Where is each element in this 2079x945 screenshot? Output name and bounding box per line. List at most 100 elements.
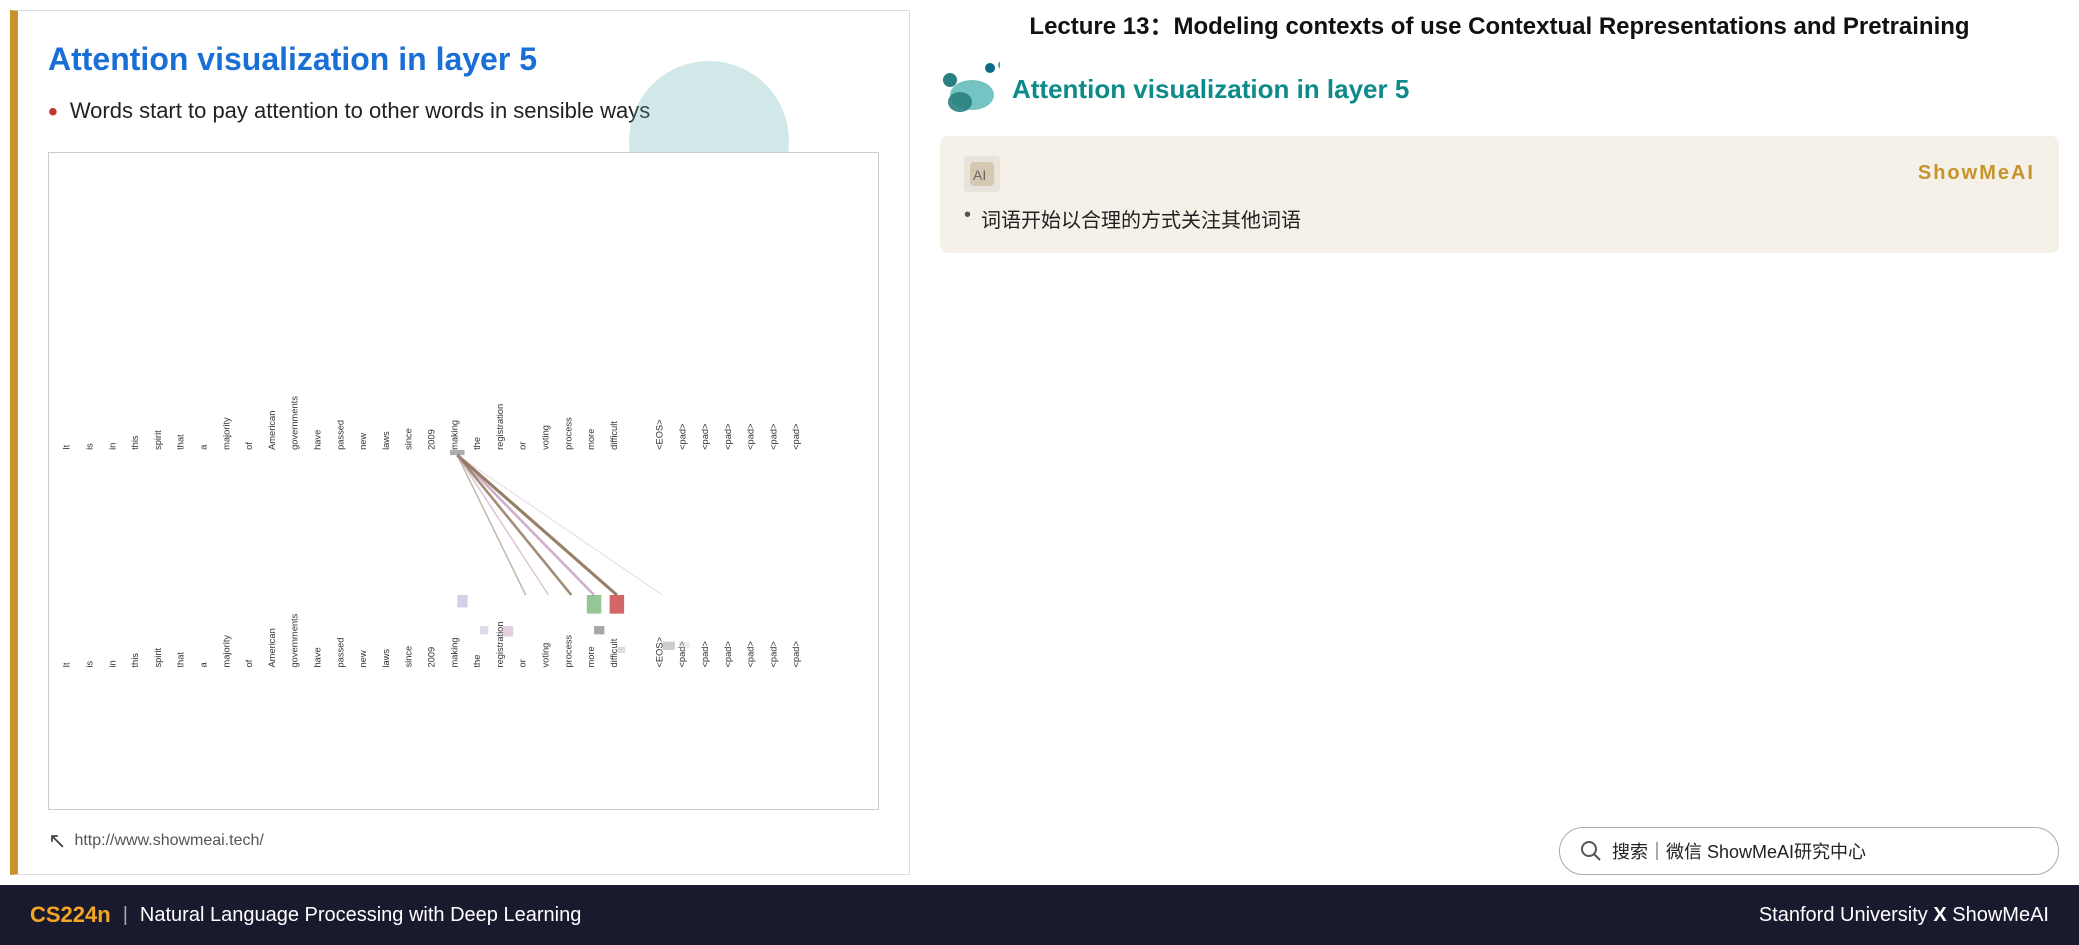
- svg-text:<pad>: <pad>: [700, 641, 710, 667]
- svg-text:new: new: [358, 650, 368, 667]
- chinese-bullet-text: 词语开始以合理的方式关注其他词语: [981, 204, 1301, 233]
- svg-text:<pad>: <pad>: [791, 641, 801, 667]
- svg-text:have: have: [312, 430, 322, 450]
- attention-viz-svg: It is in this spirit that a majority of …: [49, 153, 878, 809]
- slide-title: Attention visualization in layer 5: [48, 41, 879, 78]
- svg-text:process: process: [563, 635, 573, 668]
- svg-text:<pad>: <pad>: [791, 423, 801, 449]
- svg-text:<pad>: <pad>: [746, 641, 756, 667]
- attention-line-1: [457, 455, 594, 595]
- svg-text:<pad>: <pad>: [768, 641, 778, 667]
- svg-text:<pad>: <pad>: [768, 423, 778, 449]
- top-words: It is in this spirit that a majority of …: [62, 396, 802, 450]
- svg-text:governments: governments: [290, 613, 300, 667]
- svg-text:passed: passed: [335, 420, 345, 450]
- search-text[interactable]: 搜索｜微信 ShowMeAI研究中心: [1612, 838, 1866, 864]
- bullet-text: Words start to pay attention to other wo…: [70, 98, 650, 124]
- svg-text:<pad>: <pad>: [746, 423, 756, 449]
- svg-text:a: a: [199, 444, 209, 450]
- svg-text:making: making: [449, 420, 459, 450]
- right-section-title: Attention visualization in layer 5: [1012, 74, 1409, 105]
- svg-text:majority: majority: [221, 417, 231, 450]
- svg-text:in: in: [107, 660, 117, 667]
- url-text[interactable]: http://www.showmeai.tech/: [74, 832, 263, 850]
- showmeai-card-header: AI ShowMeAI: [964, 156, 2035, 192]
- brand-name: ShowMeAI: [1952, 904, 2049, 926]
- bottom-bar: CS224n | Natural Language Processing wit…: [0, 885, 2079, 945]
- chinese-bullet: • 词语开始以合理的方式关注其他词语: [964, 204, 2035, 233]
- svg-text:<pad>: <pad>: [723, 641, 733, 667]
- bottom-left: CS224n | Natural Language Processing wit…: [30, 902, 581, 928]
- chinese-bullet-dot: •: [964, 204, 971, 227]
- attention-visualization: It is in this spirit that a majority of …: [48, 152, 879, 810]
- cursor-icon: ↖: [48, 828, 66, 854]
- svg-text:2009: 2009: [426, 429, 436, 450]
- right-panel: Lecture 13：Modeling contexts of use Cont…: [920, 0, 2079, 885]
- svg-text:governments: governments: [290, 396, 300, 450]
- svg-text:difficult: difficult: [609, 421, 619, 450]
- svg-text:this: this: [130, 435, 140, 450]
- svg-text:is: is: [85, 660, 95, 667]
- scatter-1: [480, 626, 488, 634]
- right-header: Attention visualization in layer 5: [940, 60, 2059, 120]
- svg-text:<EOS>: <EOS>: [654, 419, 664, 450]
- making-bottom-highlight: [457, 595, 467, 607]
- svg-text:passed: passed: [335, 637, 345, 667]
- svg-text:a: a: [199, 662, 209, 668]
- bullet-dot: •: [48, 96, 58, 128]
- svg-text:of: of: [244, 442, 254, 450]
- svg-text:or: or: [518, 442, 528, 450]
- making-bar-top: [450, 450, 465, 455]
- svg-text:the: the: [472, 437, 482, 450]
- svg-text:this: this: [130, 653, 140, 668]
- attention-line-2: [457, 455, 617, 595]
- separator: |: [123, 904, 128, 927]
- svg-text:spirit: spirit: [153, 647, 163, 667]
- scatter-3: [594, 626, 604, 634]
- svg-text:2009: 2009: [426, 647, 436, 668]
- scatter-4: [617, 647, 625, 653]
- svg-text:more: more: [586, 646, 596, 667]
- svg-text:laws: laws: [381, 431, 391, 450]
- svg-text:<EOS>: <EOS>: [654, 637, 664, 668]
- svg-text:more: more: [586, 429, 596, 450]
- course-code: CS224n: [30, 902, 111, 928]
- svg-text:voting: voting: [540, 643, 550, 668]
- scatter-2: [503, 626, 513, 636]
- lecture-title: Lecture 13：Modeling contexts of use Cont…: [940, 10, 2059, 44]
- svg-text:voting: voting: [540, 425, 550, 450]
- slide-url: ↖ http://www.showmeai.tech/: [48, 828, 879, 854]
- teal-wave-icon: [940, 60, 1000, 120]
- svg-text:<pad>: <pad>: [677, 423, 687, 449]
- svg-text:since: since: [404, 646, 414, 668]
- svg-text:American: American: [267, 411, 277, 450]
- svg-text:have: have: [312, 647, 322, 667]
- svg-text:spirit: spirit: [153, 430, 163, 450]
- showmeai-brand-text: ShowMeAI: [1918, 162, 2035, 185]
- scatter-5: [662, 642, 674, 650]
- svg-text:in: in: [107, 443, 117, 450]
- attention-line-5: [457, 455, 662, 595]
- bottom-right: Stanford University X ShowMeAI: [1759, 904, 2049, 927]
- svg-text:process: process: [563, 417, 573, 450]
- svg-text:making: making: [449, 637, 459, 667]
- search-bar[interactable]: 搜索｜微信 ShowMeAI研究中心: [1559, 827, 2059, 875]
- course-name: Natural Language Processing with Deep Le…: [140, 904, 581, 927]
- svg-text:since: since: [404, 428, 414, 450]
- svg-text:majority: majority: [221, 635, 231, 668]
- attention-line-3: [457, 455, 571, 595]
- x-separator: X: [1933, 904, 1952, 926]
- svg-text:It: It: [62, 662, 72, 668]
- svg-text:registration: registration: [495, 404, 505, 450]
- svg-text:new: new: [358, 433, 368, 450]
- svg-text:<pad>: <pad>: [723, 423, 733, 449]
- bottom-words: It is in this spirit that a majority of …: [62, 613, 802, 667]
- svg-text:or: or: [518, 659, 528, 667]
- svg-text:that: that: [176, 434, 186, 450]
- svg-text:the: the: [472, 655, 482, 668]
- spacer: [940, 273, 2059, 827]
- search-icon: [1580, 840, 1602, 862]
- svg-text:is: is: [85, 443, 95, 450]
- difficult-highlight: [610, 595, 625, 614]
- svg-text:AI: AI: [973, 167, 986, 183]
